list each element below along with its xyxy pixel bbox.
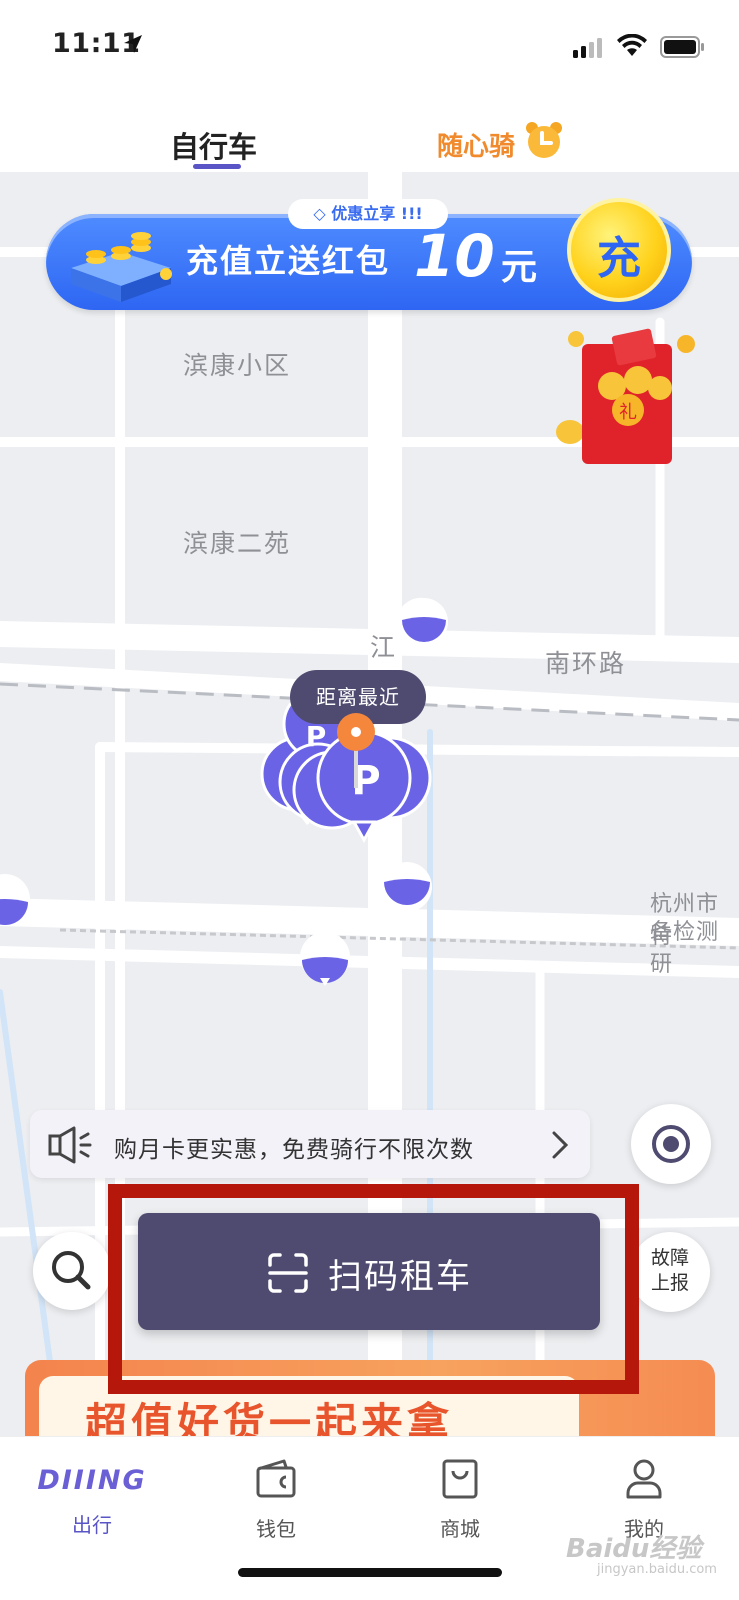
coin-stack-illustration	[71, 232, 172, 302]
fault-report-button[interactable]: 故障 上报	[630, 1232, 710, 1312]
parking-letter: P	[306, 720, 327, 753]
diiing-logo: DIIING	[37, 1465, 147, 1496]
shopping-bag-icon	[442, 1459, 478, 1499]
bike-location-pin[interactable]	[380, 860, 434, 920]
map-label-hangzhou-2: 备检测研	[650, 920, 720, 977]
map-label-binkang-xiaoqu: 滨康小区	[183, 351, 292, 380]
wallet-icon	[256, 1459, 296, 1498]
current-target-pin	[337, 713, 375, 788]
recharge-coin-text: 充	[597, 233, 641, 284]
scan-label: 扫码租车	[328, 1257, 472, 1297]
baidu-watermark-url: jingyan.baidu.com	[597, 1562, 717, 1577]
scan-icon	[268, 1253, 308, 1293]
shop-promo-text: 超值好货一起来拿	[85, 1399, 454, 1436]
tag-icon: ◇	[313, 204, 332, 223]
promo-tag-text: 优惠立享 !!!	[331, 204, 423, 223]
promo-amount: 10	[414, 222, 495, 290]
bike-location-pin[interactable]	[397, 596, 451, 656]
recharge-coin-badge: 充	[567, 198, 671, 302]
nav-label: 钱包	[256, 1517, 296, 1541]
home-indicator[interactable]	[238, 1568, 502, 1577]
promo-unit: 元	[501, 247, 538, 288]
report-line2: 上报	[650, 1272, 689, 1294]
map-label-nanhuan-road: 南环路	[545, 649, 627, 678]
promo-text: 充值立送红包	[186, 242, 391, 280]
wifi-icon	[617, 34, 647, 56]
bike-location-pin[interactable]	[298, 930, 352, 990]
red-packet-gift-icon[interactable]: 礼	[556, 324, 696, 474]
map-label-binkang-eryuan: 滨康二苑	[183, 529, 292, 558]
monthly-card-notice[interactable]: 购月卡更实惠，免费骑行不限次数	[30, 1110, 590, 1178]
location-arrow-icon	[124, 35, 142, 53]
locate-target-icon	[652, 1125, 690, 1163]
mode-tabs: 自行车 随心骑	[0, 96, 739, 172]
bike-location-pin[interactable]	[0, 872, 32, 932]
alarm-clock-icon	[526, 122, 562, 158]
search-icon	[52, 1251, 91, 1290]
tab-ride[interactable]: 随心骑	[437, 126, 515, 163]
status-bar: 11:11	[0, 0, 739, 96]
locate-button[interactable]	[631, 1104, 711, 1184]
nav-item-travel[interactable]: DIIING 出行	[32, 1455, 152, 1538]
nav-label: 出行	[72, 1513, 112, 1537]
baidu-watermark: Baidu经验	[566, 1534, 702, 1564]
active-tab-indicator	[193, 164, 241, 169]
nav-label: 商城	[440, 1517, 480, 1541]
chevron-right-icon	[552, 1131, 569, 1159]
megaphone-icon	[48, 1126, 92, 1164]
nav-item-wallet[interactable]: 钱包	[216, 1455, 336, 1542]
tab-bike[interactable]: 自行车	[170, 124, 257, 166]
red-packet-label: 礼	[619, 402, 637, 423]
scan-to-rent-button[interactable]: 扫码租车	[138, 1213, 600, 1330]
report-line1: 故障	[650, 1247, 689, 1269]
user-icon	[626, 1459, 662, 1499]
cellular-signal-icon	[573, 38, 602, 58]
promo-tag: ◇ 优惠立享 !!!	[288, 199, 448, 229]
map-label-jiang: 江	[370, 633, 398, 662]
battery-icon	[660, 36, 704, 58]
search-button[interactable]	[33, 1232, 111, 1310]
nav-item-mall[interactable]: 商城	[400, 1455, 520, 1542]
notice-text: 购月卡更实惠，免费骑行不限次数	[114, 1137, 474, 1163]
